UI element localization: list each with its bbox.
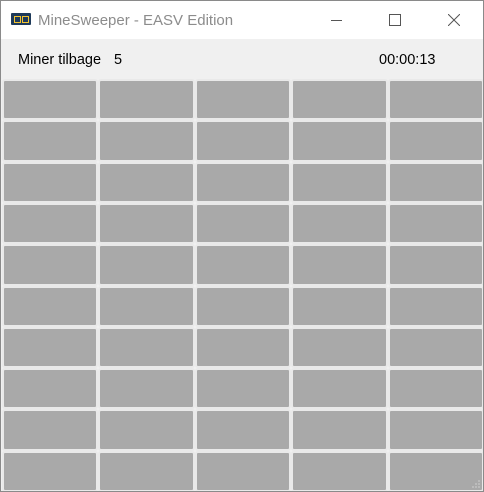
mine-cell[interactable]: [291, 286, 388, 327]
elapsed-timer: 00:00:13: [379, 52, 436, 68]
mine-cell[interactable]: [2, 203, 98, 244]
app-icon: [11, 13, 31, 25]
mine-cell[interactable]: [291, 244, 388, 286]
close-icon: [448, 14, 460, 26]
mines-remaining-label: Miner tilbage: [18, 52, 102, 68]
mine-cell[interactable]: [195, 203, 291, 244]
mine-cell[interactable]: [388, 409, 483, 451]
mine-cell[interactable]: [195, 162, 291, 203]
mines-remaining-count: 5: [114, 52, 123, 68]
mine-cell[interactable]: [291, 203, 388, 244]
mine-cell[interactable]: [388, 203, 483, 244]
mine-cell[interactable]: [291, 162, 388, 203]
mine-cell[interactable]: [2, 244, 98, 286]
mine-cell[interactable]: [388, 120, 483, 162]
window-title: MineSweeper - EASV Edition: [38, 12, 234, 29]
mine-cell[interactable]: [195, 327, 291, 368]
mine-cell[interactable]: [291, 327, 388, 368]
maximize-icon: [389, 14, 401, 26]
mine-cell[interactable]: [291, 79, 388, 120]
mine-cell[interactable]: [388, 368, 483, 409]
mine-cell[interactable]: [2, 79, 98, 120]
mine-cell[interactable]: [388, 286, 483, 327]
mine-cell[interactable]: [2, 327, 98, 368]
mine-cell[interactable]: [195, 368, 291, 409]
mine-cell[interactable]: [195, 79, 291, 120]
mine-cell[interactable]: [388, 327, 483, 368]
title-bar[interactable]: MineSweeper - EASV Edition: [1, 1, 483, 39]
mine-cell[interactable]: [195, 120, 291, 162]
resize-grip-icon[interactable]: [469, 477, 481, 489]
mine-cell[interactable]: [195, 409, 291, 451]
minesweeper-window: MineSweeper - EASV Edition Miner tilbage…: [0, 0, 484, 492]
mine-cell[interactable]: [388, 162, 483, 203]
mine-cell[interactable]: [291, 409, 388, 451]
minimize-button[interactable]: [308, 1, 366, 39]
mine-cell[interactable]: [98, 79, 195, 120]
mine-cell[interactable]: [195, 451, 291, 491]
mine-cell[interactable]: [98, 327, 195, 368]
mine-cell[interactable]: [98, 162, 195, 203]
mine-cell[interactable]: [195, 244, 291, 286]
mine-cell[interactable]: [2, 162, 98, 203]
mine-cell[interactable]: [388, 244, 483, 286]
mine-cell[interactable]: [2, 120, 98, 162]
mine-cell[interactable]: [98, 409, 195, 451]
status-bar: Miner tilbage 5 00:00:13: [1, 39, 483, 79]
mine-cell[interactable]: [2, 409, 98, 451]
close-button[interactable]: [425, 1, 483, 39]
mine-cell[interactable]: [98, 120, 195, 162]
mine-cell[interactable]: [98, 451, 195, 491]
minimize-icon: [331, 20, 342, 21]
mine-cell[interactable]: [291, 451, 388, 491]
mine-cell[interactable]: [98, 368, 195, 409]
mine-cell[interactable]: [291, 368, 388, 409]
mine-cell[interactable]: [2, 286, 98, 327]
maximize-button[interactable]: [366, 1, 424, 39]
mine-grid: [2, 79, 483, 491]
mine-cell[interactable]: [2, 368, 98, 409]
mine-cell[interactable]: [2, 451, 98, 491]
mine-cell[interactable]: [98, 244, 195, 286]
mine-cell[interactable]: [388, 79, 483, 120]
mine-cell[interactable]: [98, 203, 195, 244]
mine-cell[interactable]: [98, 286, 195, 327]
mine-cell[interactable]: [195, 286, 291, 327]
mine-cell[interactable]: [291, 120, 388, 162]
